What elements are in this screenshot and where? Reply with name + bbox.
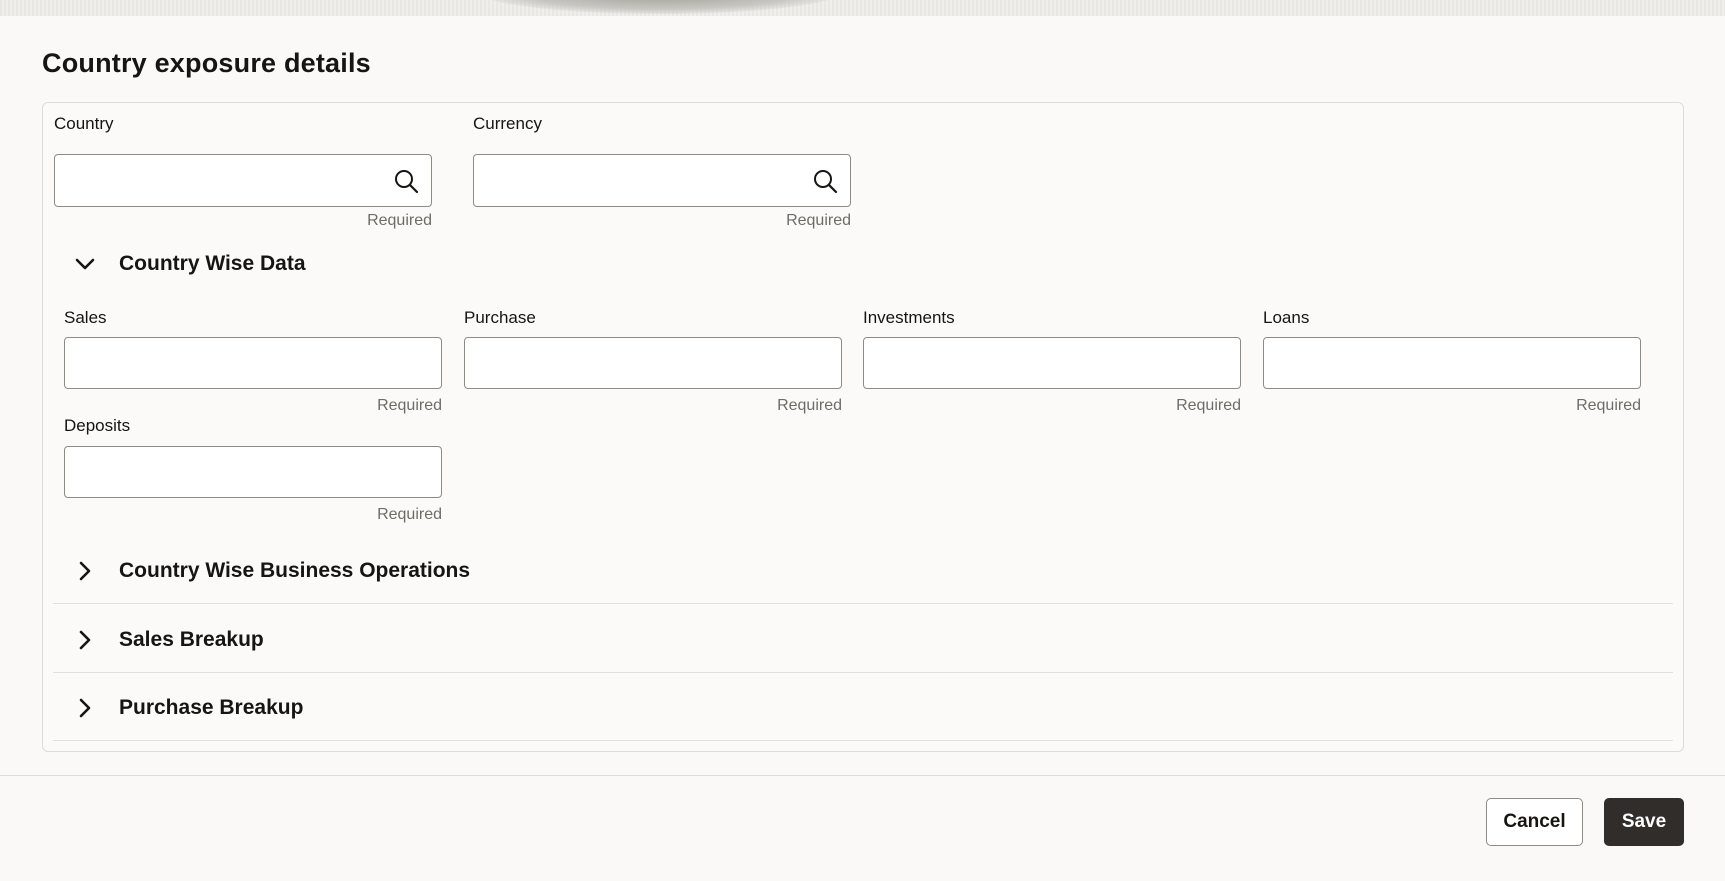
- currency-required-hint: Required: [786, 212, 851, 229]
- deposits-input-box: [64, 446, 442, 498]
- sales-required-hint: Required: [377, 397, 442, 414]
- country-required-hint: Required: [367, 212, 432, 229]
- deposits-input[interactable]: [65, 447, 441, 497]
- loans-required-hint: Required: [1576, 397, 1641, 414]
- loans-input-box: [1263, 337, 1641, 389]
- section-country-wise-business-operations[interactable]: Country Wise Business Operations: [53, 538, 1673, 604]
- footer-divider: [0, 775, 1725, 776]
- loans-input[interactable]: [1264, 338, 1640, 388]
- chevron-right-icon: [61, 684, 109, 732]
- investments-label: Investments: [863, 308, 955, 327]
- investments-required-hint: Required: [1176, 397, 1241, 414]
- deposits-label: Deposits: [64, 416, 131, 435]
- sales-input-box: [64, 337, 442, 389]
- cancel-button[interactable]: Cancel: [1486, 798, 1583, 846]
- purchase-label: Purchase: [464, 308, 536, 327]
- section-title: Country Wise Data: [119, 252, 306, 275]
- country-input[interactable]: [55, 155, 431, 206]
- country-input-box: [54, 154, 432, 207]
- section-title: Country Wise Business Operations: [119, 559, 471, 582]
- currency-input-box: [473, 154, 851, 207]
- investments-field: Investments Required: [863, 306, 1241, 416]
- section-divider: [53, 672, 1673, 673]
- purchase-field: Purchase Required: [464, 306, 842, 416]
- purchase-required-hint: Required: [777, 397, 842, 414]
- form-panel: Country Required Currency Required Count…: [42, 102, 1684, 752]
- section-sales-breakup[interactable]: Sales Breakup: [53, 607, 1673, 673]
- section-divider: [53, 740, 1673, 741]
- chevron-right-icon: [61, 616, 109, 664]
- search-icon[interactable]: [393, 168, 419, 194]
- country-label: Country: [54, 114, 114, 133]
- investments-input[interactable]: [864, 338, 1240, 388]
- chevron-right-icon: [61, 547, 109, 595]
- country-field: Country Required: [54, 112, 432, 229]
- deposits-field: Deposits Required: [64, 414, 442, 524]
- section-purchase-breakup[interactable]: Purchase Breakup: [53, 675, 1673, 741]
- deposits-required-hint: Required: [377, 506, 442, 523]
- page-title: Country exposure details: [42, 48, 371, 78]
- banner-image: [480, 0, 840, 14]
- section-title: Purchase Breakup: [119, 696, 304, 719]
- sales-input[interactable]: [65, 338, 441, 388]
- investments-input-box: [863, 337, 1241, 389]
- currency-field: Currency Required: [473, 112, 851, 229]
- search-icon[interactable]: [812, 168, 838, 194]
- top-banner-strip: [0, 0, 1725, 16]
- currency-label: Currency: [473, 114, 542, 133]
- section-divider: [53, 603, 1673, 604]
- section-title: Sales Breakup: [119, 628, 264, 651]
- sales-field: Sales Required: [64, 306, 442, 416]
- loans-field: Loans Required: [1263, 306, 1641, 416]
- save-button[interactable]: Save: [1604, 798, 1684, 846]
- loans-label: Loans: [1263, 308, 1310, 327]
- chevron-down-icon: [61, 240, 109, 288]
- section-country-wise-data[interactable]: Country Wise Data: [53, 231, 1673, 297]
- currency-input[interactable]: [474, 155, 850, 206]
- purchase-input-box: [464, 337, 842, 389]
- sales-label: Sales: [64, 308, 107, 327]
- purchase-input[interactable]: [465, 338, 841, 388]
